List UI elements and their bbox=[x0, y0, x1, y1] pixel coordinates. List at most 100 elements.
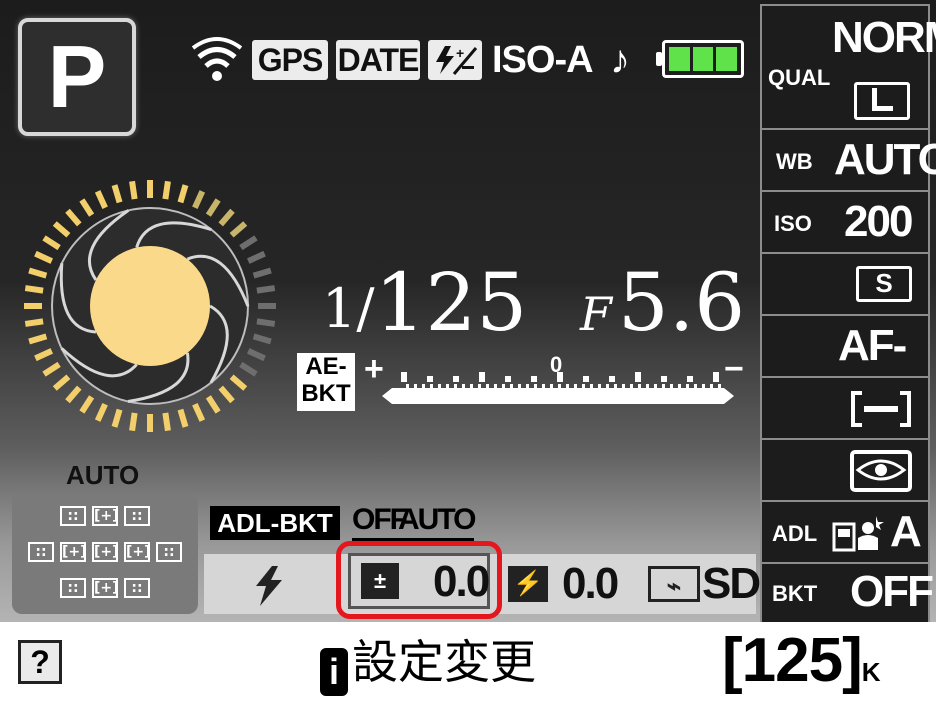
meter-scale-mark bbox=[661, 376, 667, 382]
aperture-opening bbox=[90, 246, 210, 366]
meter-scale-mark bbox=[635, 372, 641, 382]
meter-scale-mark bbox=[713, 372, 719, 382]
meter-scale-mark bbox=[609, 376, 615, 382]
meter-scale-mark bbox=[687, 376, 693, 382]
dial-tick bbox=[177, 184, 189, 204]
meter-zero-mark: 0 bbox=[550, 352, 562, 377]
gps-indicator: GPS bbox=[252, 40, 328, 80]
ae-bracket-indicator: AE- BKT bbox=[297, 353, 355, 411]
dial-tick bbox=[42, 361, 61, 377]
white-balance-setting[interactable]: WB AUTO bbox=[760, 128, 936, 190]
meter-scale-mark bbox=[583, 376, 589, 382]
dial-tick bbox=[79, 395, 95, 414]
af-point: :: bbox=[60, 506, 86, 526]
dial-tick bbox=[218, 385, 235, 404]
dial-tick bbox=[205, 198, 221, 217]
af-point: [+] bbox=[92, 542, 119, 562]
info-button-icon: i bbox=[320, 648, 348, 696]
dial-tick bbox=[256, 285, 276, 294]
meter-scale-mark bbox=[531, 376, 537, 382]
dial-tick bbox=[42, 235, 61, 251]
dial-tick bbox=[162, 180, 171, 200]
af-point: [+] bbox=[92, 578, 119, 598]
beep-icon: ♪ bbox=[610, 38, 630, 82]
meter-scale-mark bbox=[479, 372, 485, 382]
shutter-speed: 1/125 bbox=[322, 256, 528, 349]
af-points-display: :: [+] :: :: [+] [+] [+] :: :: [+] :: bbox=[12, 492, 198, 614]
dial-tick bbox=[28, 333, 48, 345]
flash-mode-setting[interactable] bbox=[204, 554, 334, 614]
dial-tick bbox=[246, 348, 266, 362]
active-d-lighting-setting[interactable]: ADL A bbox=[760, 500, 930, 562]
camera-info-screen: P GPS DATE + ISO-A ♪ 1/125 F5.6 AE- BKT bbox=[0, 0, 936, 622]
date-indicator: DATE bbox=[336, 40, 420, 80]
af-point: :: bbox=[156, 542, 182, 562]
adl-bracket-auto: AUTO bbox=[398, 502, 476, 541]
dial-tick bbox=[252, 267, 272, 279]
picture-control-icon: ⌁ bbox=[648, 566, 700, 602]
af-area-auto-label: AUTO bbox=[66, 460, 140, 490]
flash-compensation-icon: + bbox=[428, 40, 482, 80]
af-point: :: bbox=[124, 578, 150, 598]
dial-tick bbox=[94, 402, 108, 422]
metering-setting[interactable] bbox=[760, 438, 930, 500]
dial-tick bbox=[34, 348, 54, 362]
iso-auto-indicator: ISO-A bbox=[492, 39, 594, 81]
shots-remaining: [125]K bbox=[722, 626, 881, 695]
af-mode-setting[interactable]: AF-A bbox=[760, 314, 930, 418]
dial-tick bbox=[205, 395, 221, 414]
flash-compensation-setting[interactable]: ⚡ 0.0 bbox=[508, 554, 638, 614]
dial-tick bbox=[129, 412, 138, 432]
shooting-mode-indicator: P bbox=[18, 18, 136, 136]
single-frame-icon: S bbox=[856, 266, 912, 302]
dial-tick bbox=[79, 198, 95, 217]
bracketing-setting[interactable]: BKT OFF bbox=[760, 562, 934, 622]
setting-change-guide: i 設定変更 bbox=[320, 632, 536, 696]
aperture-dial bbox=[24, 180, 276, 432]
meter-scale-mark bbox=[453, 376, 459, 382]
flash-mode-icon bbox=[256, 566, 282, 606]
image-size-icon bbox=[854, 82, 910, 120]
svg-text:+: + bbox=[456, 45, 464, 61]
release-mode-setting[interactable]: S bbox=[760, 252, 930, 314]
exposure-meter: + − 0 bbox=[364, 350, 744, 404]
dial-tick bbox=[94, 190, 108, 210]
iso-setting[interactable]: ISO 200 bbox=[760, 190, 930, 252]
af-area-mode-setting[interactable] bbox=[760, 376, 930, 438]
dial-tick bbox=[52, 374, 71, 391]
dial-tick bbox=[218, 208, 235, 227]
dial-tick bbox=[52, 221, 71, 238]
dial-tick bbox=[229, 221, 248, 238]
aperture-value: F5.6 bbox=[580, 256, 746, 349]
af-point: :: bbox=[28, 542, 54, 562]
dial-tick bbox=[239, 361, 258, 377]
dial-tick bbox=[28, 267, 48, 279]
af-area-icon bbox=[851, 391, 911, 427]
dial-tick bbox=[24, 285, 44, 294]
image-quality-setting[interactable]: QUAL NORM bbox=[760, 4, 936, 128]
flash-compensation-icon: ⚡ bbox=[508, 566, 548, 602]
meter-scale-mark bbox=[401, 372, 407, 382]
adl-bracketing-label: ADL-BKT bbox=[210, 506, 340, 540]
dial-tick bbox=[162, 412, 171, 432]
dial-tick bbox=[129, 180, 138, 200]
dial-tick bbox=[34, 250, 54, 264]
af-point: :: bbox=[124, 506, 150, 526]
af-point: [+] bbox=[60, 542, 87, 562]
help-button[interactable]: ? bbox=[18, 640, 62, 684]
meter-scale-mark bbox=[427, 376, 433, 382]
dial-tick bbox=[239, 235, 258, 251]
af-point: :: bbox=[60, 578, 86, 598]
af-point: [+] bbox=[92, 506, 119, 526]
wifi-icon bbox=[192, 37, 242, 81]
dial-tick bbox=[65, 385, 82, 404]
af-point: [+] bbox=[124, 542, 151, 562]
dial-tick bbox=[177, 408, 189, 428]
battery-icon bbox=[656, 40, 744, 78]
dial-tick bbox=[192, 402, 206, 422]
meter-plus-sign: + bbox=[364, 350, 384, 388]
dial-tick bbox=[65, 208, 82, 227]
dial-tick bbox=[192, 190, 206, 210]
dial-tick bbox=[229, 374, 248, 391]
picture-control-setting[interactable]: ⌁ SD bbox=[642, 554, 761, 614]
